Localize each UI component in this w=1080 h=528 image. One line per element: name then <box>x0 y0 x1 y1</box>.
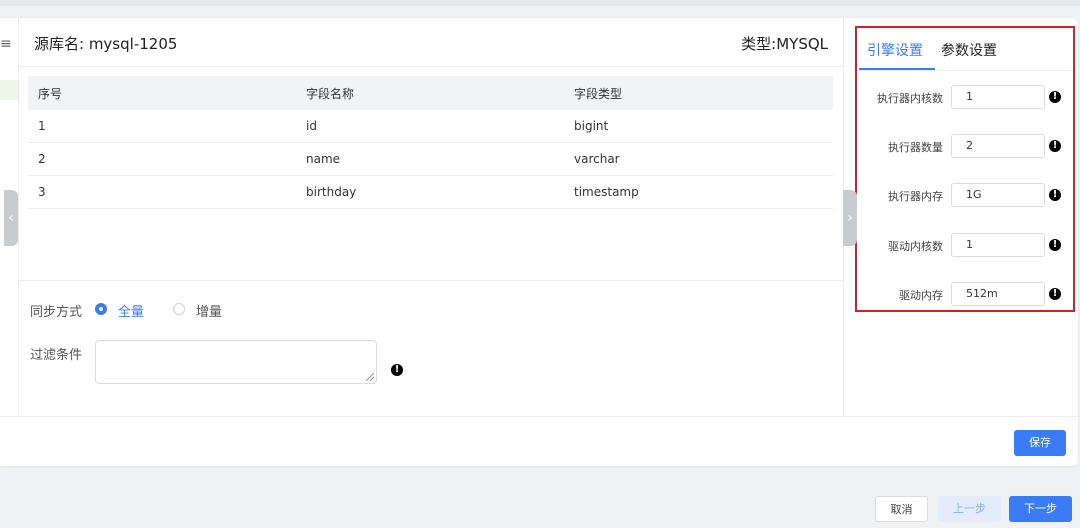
save-button[interactable]: 保存 <box>1014 430 1066 456</box>
info-icon[interactable]: ! <box>1049 288 1061 300</box>
table-row[interactable]: 3 birthday timestamp <box>28 176 833 209</box>
card-footer-divider <box>0 416 1078 417</box>
cell-field-type: bigint <box>574 119 609 133</box>
tab-divider <box>857 70 1073 71</box>
section-divider <box>19 280 843 281</box>
chevron-left-icon[interactable]: ‹ <box>4 190 18 246</box>
settings-panel: 引擎设置 参数设置 执行器内核数 1 ! 执行器数量 2 ! 执行器内存 1G … <box>844 18 1078 416</box>
info-icon[interactable]: ! <box>1049 140 1061 152</box>
radio-full-label[interactable]: 全量 <box>118 301 144 320</box>
next-step-button[interactable]: 下一步 <box>1009 496 1072 522</box>
info-icon[interactable]: ! <box>1049 91 1061 103</box>
resize-handle-icon[interactable] <box>366 373 374 381</box>
cell-index: 3 <box>38 185 46 199</box>
table-header: 序号 字段名称 字段类型 <box>28 76 833 110</box>
field-label-executor-count: 执行器数量 <box>888 141 943 154</box>
filter-textarea[interactable] <box>95 340 377 384</box>
cell-index: 1 <box>38 119 46 133</box>
table-row[interactable]: 2 name varchar <box>28 143 833 176</box>
source-db-name: 源库名: mysql-1205 <box>34 35 178 53</box>
radio-incremental-label[interactable]: 增量 <box>196 301 222 320</box>
source-db-type: 类型:MYSQL <box>741 35 828 53</box>
info-icon[interactable]: ! <box>391 364 403 376</box>
config-card: ≡ 源库名: mysql-1205 类型:MYSQL 序号 字段名称 字段类型 … <box>0 18 1078 466</box>
column-header-field-type: 字段类型 <box>574 86 623 101</box>
field-label-driver-memory: 驱动内存 <box>899 289 943 302</box>
filter-label: 过滤条件 <box>30 348 83 363</box>
tab-param-settings[interactable]: 参数设置 <box>941 40 997 60</box>
sync-mode-label: 同步方式 <box>30 305 83 320</box>
cell-field-type: timestamp <box>574 185 639 199</box>
cancel-button[interactable]: 取消 <box>875 496 928 522</box>
field-label-executor-cores: 执行器内核数 <box>877 92 943 105</box>
info-icon[interactable]: ! <box>1049 239 1061 251</box>
panel-header: 源库名: mysql-1205 类型:MYSQL <box>19 18 843 67</box>
left-selected-indicator <box>0 80 18 100</box>
table-row[interactable]: 1 id bigint <box>28 110 833 143</box>
info-icon[interactable]: ! <box>1049 189 1061 201</box>
column-header-index: 序号 <box>38 86 63 101</box>
field-table: 序号 字段名称 字段类型 1 id bigint 2 name varchar … <box>28 76 833 209</box>
column-header-field-name: 字段名称 <box>306 86 355 101</box>
top-strip <box>0 0 1080 6</box>
cell-field-name: name <box>306 152 341 166</box>
driver-memory-input[interactable]: 512m <box>951 282 1045 306</box>
tab-engine-settings[interactable]: 引擎设置 <box>867 40 923 60</box>
executor-cores-input[interactable]: 1 <box>951 85 1045 109</box>
cell-field-name: birthday <box>306 185 357 199</box>
executor-memory-input[interactable]: 1G <box>951 183 1045 207</box>
field-label-driver-cores: 驱动内核数 <box>888 240 943 253</box>
field-mapping-panel: 源库名: mysql-1205 类型:MYSQL 序号 字段名称 字段类型 1 … <box>19 18 844 416</box>
prev-step-button[interactable]: 上一步 <box>938 496 1001 522</box>
engine-settings-highlight: 引擎设置 参数设置 执行器内核数 1 ! 执行器数量 2 ! 执行器内存 1G … <box>855 26 1075 312</box>
executor-count-input[interactable]: 2 <box>951 134 1045 158</box>
radio-full[interactable] <box>95 303 107 315</box>
driver-cores-input[interactable]: 1 <box>951 233 1045 257</box>
menu-icon: ≡ <box>0 36 12 52</box>
chevron-right-icon[interactable]: › <box>843 190 857 246</box>
radio-incremental[interactable] <box>173 303 185 315</box>
cell-field-name: id <box>306 119 317 133</box>
cell-field-type: varchar <box>574 152 620 166</box>
field-label-executor-memory: 执行器内存 <box>888 190 943 203</box>
cell-index: 2 <box>38 152 46 166</box>
